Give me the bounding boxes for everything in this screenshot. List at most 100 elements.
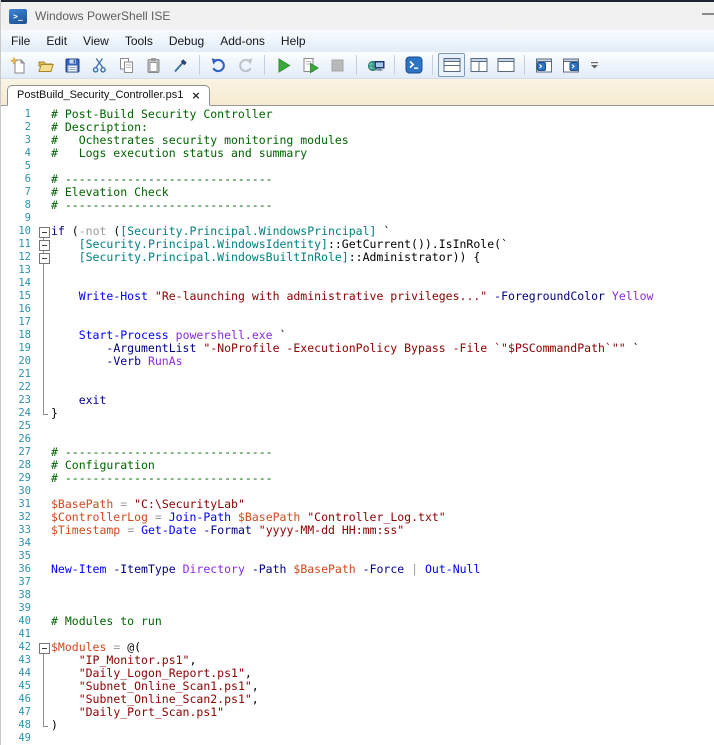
clear-console-pane-button[interactable] xyxy=(167,53,194,77)
tab-close-icon[interactable]: × xyxy=(191,90,200,101)
fold-margin xyxy=(37,537,51,550)
fold-collapse-icon[interactable] xyxy=(37,641,51,654)
copy-button[interactable] xyxy=(113,53,140,77)
line-number: 34 xyxy=(18,537,31,549)
remote-session-icon xyxy=(367,60,384,71)
run-selection-icon xyxy=(303,57,319,73)
menu-view[interactable]: View xyxy=(75,30,117,52)
code-line-34[interactable]: 34 xyxy=(1,537,714,550)
code-line-23[interactable]: 23 exit xyxy=(1,394,714,407)
code-line-49[interactable]: 49 xyxy=(1,732,714,745)
code-line-37[interactable]: 37 xyxy=(1,576,714,589)
code-line-15[interactable]: 15 Write-Host "Re-launching with adminis… xyxy=(1,290,714,303)
code-text: # Modules to run xyxy=(51,614,162,628)
fold-margin xyxy=(37,433,51,446)
code-line-25[interactable]: 25 xyxy=(1,420,714,433)
fold-collapse-icon[interactable] xyxy=(37,225,51,238)
undo-button[interactable] xyxy=(205,53,232,77)
redo-button[interactable] xyxy=(232,53,259,77)
menu-edit[interactable]: Edit xyxy=(38,30,75,52)
line-number: 9 xyxy=(24,212,31,224)
fold-margin xyxy=(37,212,51,225)
code-text: # ------------------------------ xyxy=(51,198,273,212)
line-number: 24 xyxy=(18,407,31,419)
start-powershell-exe-button[interactable] xyxy=(400,53,427,77)
code-line-38[interactable]: 38 xyxy=(1,589,714,602)
code-line-4[interactable]: 4 # Logs execution status and summary xyxy=(1,147,714,160)
fold-margin xyxy=(37,550,51,563)
fold-margin xyxy=(37,485,51,498)
code-line-48[interactable]: 48) xyxy=(1,719,714,732)
code-line-24[interactable]: 24} xyxy=(1,407,714,420)
show-script-pane-top-button[interactable] xyxy=(438,53,465,77)
show-script-pane-right-button[interactable] xyxy=(465,53,492,77)
fold-collapse-icon[interactable] xyxy=(37,251,51,264)
fold-margin xyxy=(37,407,51,420)
fold-margin xyxy=(37,459,51,472)
show-script-pane-maximized-button[interactable] xyxy=(492,53,519,77)
code-line-12[interactable]: 12 [Security.Principal.WindowsBuiltInRol… xyxy=(1,251,714,264)
toolbar-separator xyxy=(356,55,357,75)
editor-lines: 1 # Post-Build Security Controller 2 # Desc… xyxy=(1,108,714,745)
menu-debug[interactable]: Debug xyxy=(161,30,212,52)
save-script-button[interactable] xyxy=(59,53,86,77)
new-script-button[interactable] xyxy=(5,53,32,77)
line-number: 12 xyxy=(18,251,31,263)
fold-margin xyxy=(37,615,51,628)
menu-addons[interactable]: Add-ons xyxy=(212,30,273,52)
code-line-13[interactable]: 13 xyxy=(1,264,714,277)
code-line-29[interactable]: 29 # ------------------------------ xyxy=(1,472,714,485)
line-number: 29 xyxy=(18,472,31,484)
code-line-8[interactable]: 8 # ------------------------------ xyxy=(1,199,714,212)
fold-margin xyxy=(37,589,51,602)
run-script-button[interactable] xyxy=(270,53,297,77)
menu-file[interactable]: File xyxy=(3,30,38,52)
code-line-40[interactable]: 40 # Modules to run xyxy=(1,615,714,628)
new-powershell-tab-button[interactable] xyxy=(530,53,557,77)
window-title: Windows PowerShell ISE xyxy=(35,9,171,23)
script-pane-right-icon xyxy=(470,58,487,72)
line-number: 8 xyxy=(24,199,31,211)
line-number: 16 xyxy=(18,303,31,315)
new-remote-powershell-tab-button[interactable] xyxy=(362,53,389,77)
line-number: 19 xyxy=(18,342,31,354)
code-line-21[interactable]: 21 xyxy=(1,368,714,381)
new-powershell-window-button[interactable] xyxy=(557,53,584,77)
code-line-20[interactable]: 20 -Verb RunAs xyxy=(1,355,714,368)
fold-margin xyxy=(37,160,51,173)
minimize-button[interactable] xyxy=(702,13,714,15)
cut-button[interactable] xyxy=(86,53,113,77)
redo-icon xyxy=(239,57,253,72)
fold-margin xyxy=(37,134,51,147)
menu-tools[interactable]: Tools xyxy=(117,30,161,52)
title-bar[interactable]: >_ Windows PowerShell ISE xyxy=(1,2,714,30)
code-line-16[interactable]: 16 xyxy=(1,303,714,316)
line-number: 37 xyxy=(18,576,31,588)
code-line-47[interactable]: 47 "Daily_Port_Scan.ps1" xyxy=(1,706,714,719)
fold-collapse-icon[interactable] xyxy=(37,238,51,251)
new-script-icon xyxy=(10,56,26,73)
toolbar-overflow-button[interactable] xyxy=(590,61,599,70)
code-line-22[interactable]: 22 xyxy=(1,381,714,394)
line-number: 35 xyxy=(18,550,31,562)
tab-postbuild-security-controller[interactable]: PostBuild_Security_Controller.ps1 × xyxy=(7,85,210,106)
fold-margin xyxy=(37,511,51,524)
code-line-36[interactable]: 36 New-Item -ItemType Directory -Path $Ba… xyxy=(1,563,714,576)
open-script-button[interactable] xyxy=(32,53,59,77)
paste-button[interactable] xyxy=(140,53,167,77)
code-line-33[interactable]: 33 $Timestamp = Get-Date -Format "yyyy-MM… xyxy=(1,524,714,537)
line-number: 44 xyxy=(18,667,31,679)
line-number: 38 xyxy=(18,589,31,601)
fold-margin xyxy=(37,719,51,732)
run-selection-button[interactable] xyxy=(297,53,324,77)
script-editor-pane[interactable]: 1 # Post-Build Security Controller 2 # Desc… xyxy=(1,106,714,745)
line-number: 5 xyxy=(24,160,31,172)
menu-help[interactable]: Help xyxy=(273,30,314,52)
line-number: 28 xyxy=(18,459,31,471)
stop-operation-button[interactable] xyxy=(324,53,351,77)
line-number: 11 xyxy=(18,238,31,250)
